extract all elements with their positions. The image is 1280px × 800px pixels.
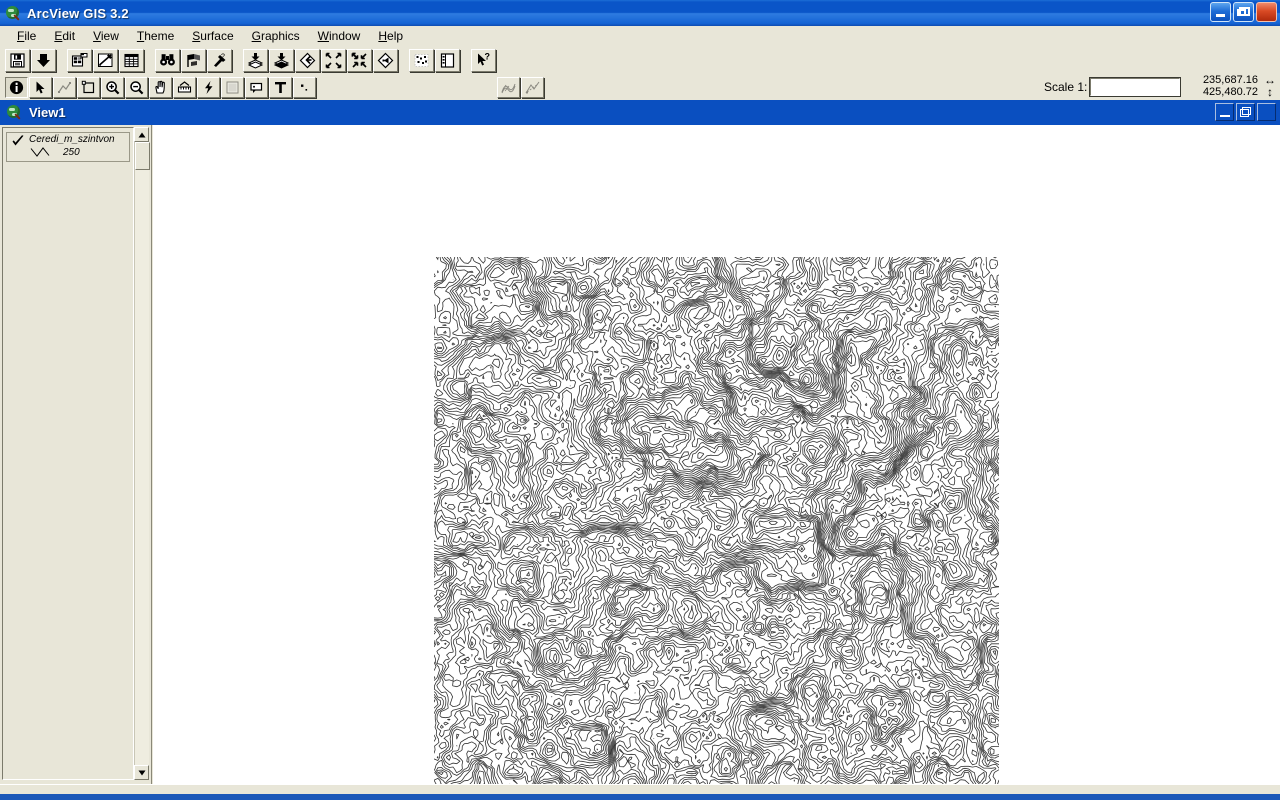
contour-lines-graphic [434, 257, 999, 784]
close-button[interactable] [1256, 2, 1277, 22]
menu-window[interactable]: Window [309, 27, 370, 45]
application-title: ArcView GIS 3.2 [27, 5, 129, 21]
zoom-previous-button[interactable] [373, 48, 398, 72]
scale-control: Scale 1: [1044, 77, 1182, 97]
add-theme-button[interactable] [31, 48, 56, 72]
locate-address-button[interactable] [181, 48, 206, 72]
zoom-out-tool[interactable] [125, 76, 148, 98]
status-bar-accent [0, 794, 1280, 800]
menu-surface[interactable]: Surface [183, 27, 242, 45]
menu-file[interactable]: File [8, 27, 45, 45]
view-minimize-button[interactable] [1215, 103, 1234, 121]
arcview-application-window: ArcView GIS 3.2 File Edit View Theme Sur… [0, 0, 1280, 800]
menu-view[interactable]: View [84, 27, 128, 45]
profile-tool[interactable] [497, 76, 520, 98]
legend-theme-item[interactable]: Ceredi_m_szintvon 250 [6, 132, 130, 162]
window-controls [1210, 2, 1277, 22]
legend-theme-list[interactable]: Ceredi_m_szintvon 250 [2, 127, 134, 780]
select-box-tool[interactable] [77, 76, 100, 98]
view-title-bar: View1 [0, 100, 1280, 125]
view-maximize-button[interactable] [1236, 103, 1255, 121]
primary-toolbar: ? ? [0, 46, 1280, 74]
draw-point-tool[interactable] [293, 76, 316, 98]
open-theme-table-button[interactable] [119, 48, 144, 72]
label-tool[interactable] [245, 76, 268, 98]
svg-text:?: ? [485, 52, 491, 62]
vertical-arrow-icon: ↕ [1267, 85, 1273, 99]
legend-scroll-thumb[interactable] [135, 142, 150, 170]
checkmark-icon [12, 135, 24, 146]
zoom-out-button[interactable] [347, 48, 372, 72]
menu-help[interactable]: Help [369, 27, 412, 45]
zoom-in-tool[interactable] [101, 76, 124, 98]
theme-visibility-checkbox[interactable] [7, 133, 29, 161]
pointer-tool[interactable] [29, 76, 52, 98]
theme-symbol-row: 250 [29, 146, 129, 158]
map-canvas[interactable] [153, 125, 1280, 784]
zoom-to-full-extent-button[interactable] [295, 48, 320, 72]
pan-tool[interactable] [149, 76, 172, 98]
scale-input[interactable] [1089, 77, 1182, 97]
menu-bar: File Edit View Theme Surface Graphics Wi… [0, 26, 1280, 46]
line-of-sight-tool[interactable] [521, 76, 544, 98]
theme-properties-button[interactable] [67, 48, 92, 72]
scroll-down-arrow-icon [138, 770, 145, 775]
coordinate-axis-icons: ↔ ↕ [1264, 74, 1276, 98]
measure-tool[interactable] [173, 76, 196, 98]
menu-theme[interactable]: Theme [128, 27, 183, 45]
legend-panel: Ceredi_m_szintvon 250 [0, 125, 152, 784]
theme-body: Ceredi_m_szintvon 250 [29, 133, 129, 161]
view-globe-magnifier-icon [6, 104, 23, 121]
legend-scroll-track[interactable] [134, 142, 150, 765]
arcview-globe-magnifier-icon [5, 5, 22, 22]
select-features-button[interactable] [409, 48, 434, 72]
menu-edit[interactable]: Edit [45, 27, 84, 45]
contour-line-symbol-icon [30, 147, 50, 157]
find-button[interactable] [155, 48, 180, 72]
legend-scroll-down-button[interactable] [134, 765, 149, 780]
save-project-button[interactable] [5, 48, 30, 72]
maximize-button[interactable] [1233, 2, 1254, 22]
area-of-interest-tool[interactable] [221, 76, 244, 98]
view-close-button[interactable] [1257, 103, 1276, 121]
view-title: View1 [29, 105, 66, 120]
zoom-to-selected-button[interactable] [243, 48, 268, 72]
scale-label: Scale 1: [1044, 80, 1088, 94]
query-builder-button[interactable]: ? [207, 48, 232, 72]
zoom-in-button[interactable] [321, 48, 346, 72]
theme-symbol-value: 250 [63, 146, 80, 158]
zoom-to-active-theme-button[interactable] [269, 48, 294, 72]
svg-text:?: ? [221, 53, 225, 60]
contour-map-display[interactable] [434, 257, 999, 784]
coordinate-x: 235,687.16 [1202, 74, 1258, 86]
scroll-up-arrow-icon [138, 132, 145, 137]
legend-scroll-up-button[interactable] [134, 127, 149, 142]
theme-name-label: Ceredi_m_szintvon [29, 134, 115, 145]
application-title-bar: ArcView GIS 3.2 [0, 0, 1280, 26]
menu-graphics[interactable]: Graphics [243, 27, 309, 45]
text-tool[interactable] [269, 76, 292, 98]
cursor-coordinates: 235,687.16 425,480.72 [1203, 74, 1258, 98]
view-window: View1 Ceredi_m_szintvon 250 [0, 100, 1280, 784]
legend-scrollbar[interactable] [134, 127, 150, 780]
open-table-button[interactable] [435, 48, 460, 72]
context-help-button[interactable]: ? [471, 48, 496, 72]
view-window-controls [1215, 103, 1276, 121]
vertex-edit-tool[interactable] [53, 76, 76, 98]
identify-tool[interactable] [5, 76, 28, 98]
minimize-button[interactable] [1210, 2, 1231, 22]
edit-legend-button[interactable] [93, 48, 118, 72]
hot-link-tool[interactable] [197, 76, 220, 98]
coordinate-y: 425,480.72 [1202, 86, 1258, 98]
